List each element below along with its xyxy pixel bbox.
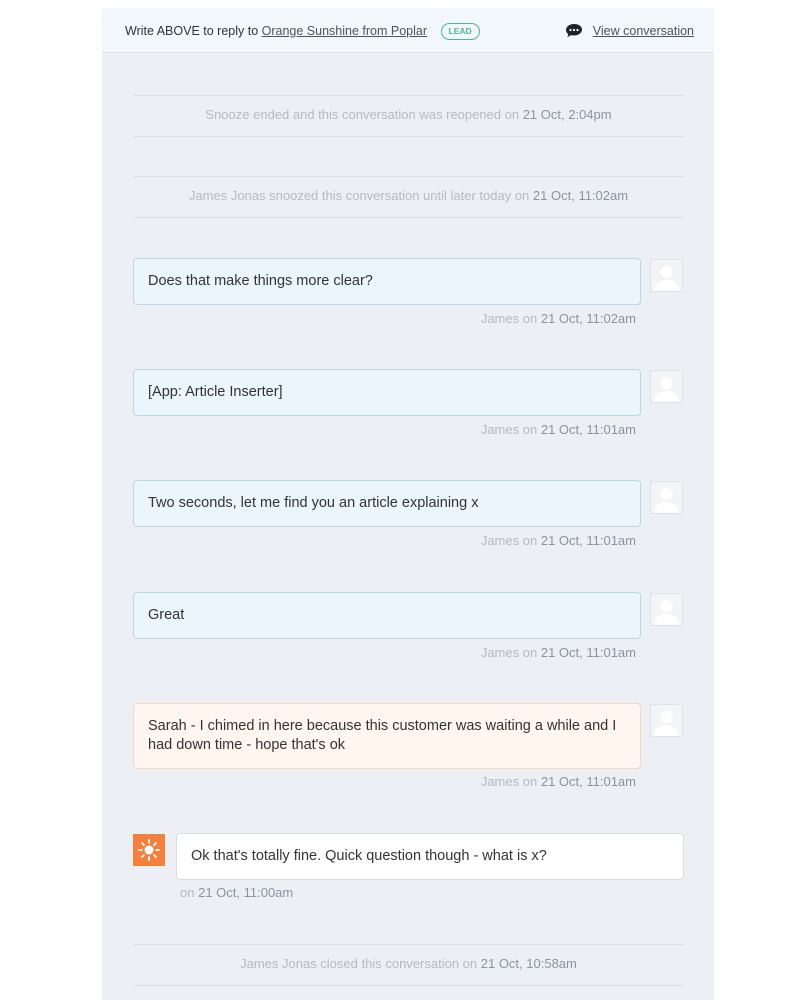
message-on: on — [180, 885, 195, 900]
event-note-reopened: Snooze ended and this conversation was r… — [133, 95, 684, 137]
default-avatar-icon[interactable] — [650, 481, 683, 514]
event-text: James Jonas closed this conversation on — [240, 956, 478, 971]
event-timestamp: 21 Oct, 11:02am — [532, 188, 629, 203]
reply-header: Write ABOVE to reply to Orange Sunshine … — [102, 8, 714, 53]
admin-message-bubble: Two seconds, let me find you an article … — [133, 480, 641, 527]
default-avatar-icon[interactable] — [650, 259, 683, 292]
message-timestamp: 21 Oct, 11:00am — [198, 885, 294, 900]
internal-note-bubble: Sarah - I chimed in here because this cu… — [133, 703, 641, 769]
message-meta: James on 21 Oct, 11:02am — [481, 311, 636, 326]
message-timestamp: 21 Oct, 11:01am — [540, 774, 636, 789]
reply-prompt-text: Write ABOVE to reply to — [125, 24, 259, 38]
event-text: Snooze ended and this conversation was r… — [205, 107, 520, 122]
message-on: on — [522, 311, 538, 326]
message-author: James — [480, 311, 520, 326]
contact-link[interactable]: Orange Sunshine from Poplar — [262, 24, 427, 38]
event-note-snoozed: James Jonas snoozed this conversation un… — [133, 176, 684, 218]
sun-icon[interactable] — [133, 834, 165, 866]
reply-prompt: Write ABOVE to reply to Orange Sunshine … — [125, 23, 480, 40]
admin-message-bubble: Great — [133, 592, 641, 639]
message-meta: on 21 Oct, 11:00am — [180, 885, 293, 900]
default-avatar-icon[interactable] — [650, 370, 683, 403]
event-text: James Jonas snoozed this conversation un… — [188, 188, 530, 203]
message-on: on — [522, 422, 538, 437]
message-author: James — [480, 645, 520, 660]
message-author: James — [480, 422, 520, 437]
message-author: James — [480, 533, 520, 548]
message-on: on — [522, 774, 538, 789]
message-meta: James on 21 Oct, 11:01am — [481, 645, 636, 660]
message-meta: James on 21 Oct, 11:01am — [481, 774, 636, 789]
message-meta: James on 21 Oct, 11:01am — [481, 533, 636, 548]
view-conversation: View conversation — [565, 23, 694, 38]
chat-bubble-icon — [565, 23, 583, 37]
message-timestamp: 21 Oct, 11:01am — [540, 533, 636, 548]
default-avatar-icon[interactable] — [650, 593, 683, 626]
message-author: James — [480, 774, 520, 789]
message-timestamp: 21 Oct, 11:02am — [540, 311, 636, 326]
admin-message-bubble: [App: Article Inserter] — [133, 369, 641, 416]
message-timestamp: 21 Oct, 11:01am — [540, 645, 636, 660]
event-timestamp: 21 Oct, 10:58am — [480, 956, 577, 971]
admin-message-bubble: Does that make things more clear? — [133, 258, 641, 305]
message-on: on — [522, 533, 538, 548]
lead-badge: LEAD — [440, 23, 480, 40]
message-timestamp: 21 Oct, 11:01am — [540, 422, 636, 437]
message-meta: James on 21 Oct, 11:01am — [481, 422, 636, 437]
conversation-panel: Write ABOVE to reply to Orange Sunshine … — [102, 8, 714, 1000]
user-message-bubble: Ok that's totally fine. Quick question t… — [176, 833, 684, 880]
view-conversation-link[interactable]: View conversation — [593, 24, 694, 38]
event-note-closed: James Jonas closed this conversation on … — [133, 944, 684, 986]
default-avatar-icon[interactable] — [650, 704, 683, 737]
event-timestamp: 21 Oct, 2:04pm — [522, 107, 612, 122]
message-on: on — [522, 645, 538, 660]
